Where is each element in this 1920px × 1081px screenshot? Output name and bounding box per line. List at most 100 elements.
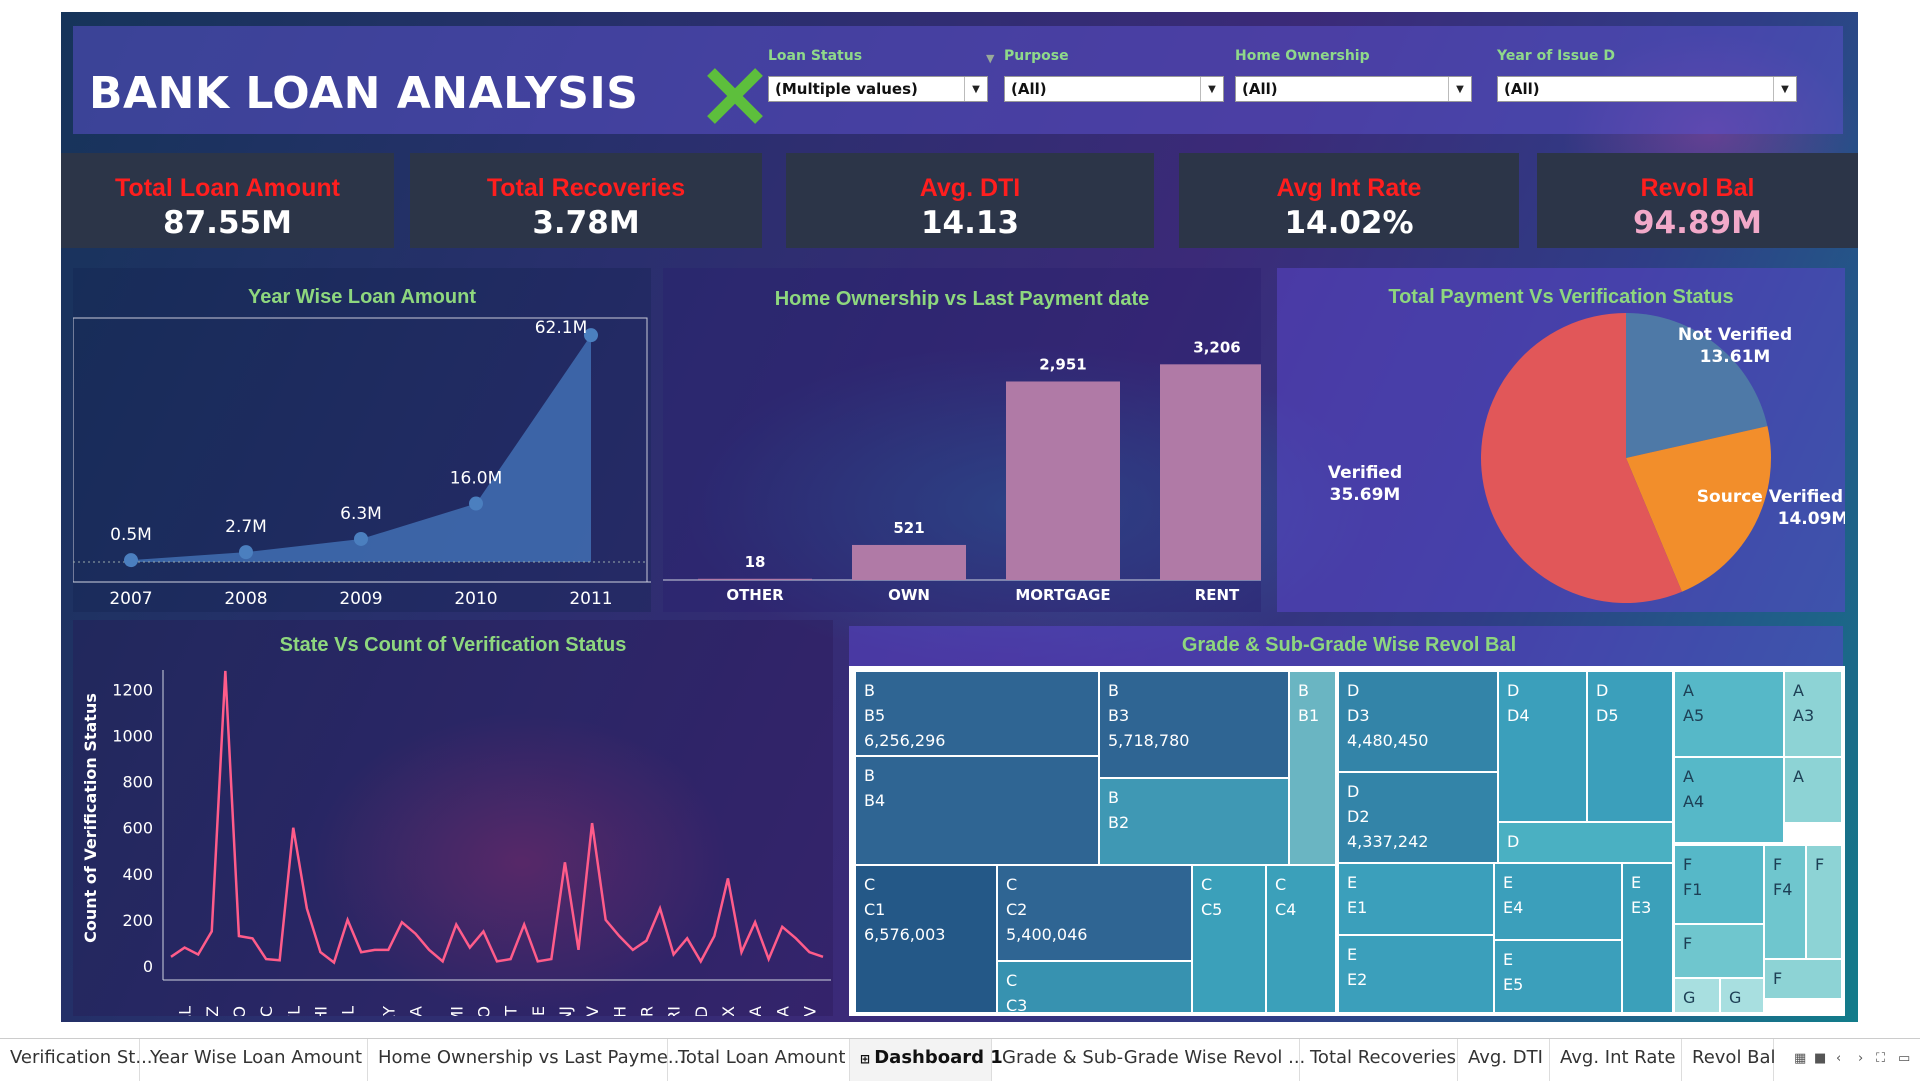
area-fill (131, 335, 591, 562)
filter-label: Year of Issue D (1497, 48, 1615, 64)
tab-grade-sub-grade[interactable]: Grade & Sub-Grade Wise Revol ... (992, 1039, 1305, 1081)
x-tick-label: MO (474, 1006, 493, 1016)
cell-grade-label: D (1507, 681, 1519, 700)
cell-subgrade-label: B4 (864, 791, 885, 810)
cell-value-label: 5,400,046 (1006, 925, 1087, 944)
cell-value-label: 6,256,296 (864, 731, 945, 750)
x-tick-label: AZ (203, 1006, 222, 1016)
verification-pie-chart: Not Verified13.61M Source Verified14.09M V… (1328, 313, 1845, 603)
kpi-card-total-recoveries: Total Recoveries 3.78M (410, 153, 762, 248)
grade-treemap-chart: B B5 6,256,296 B B3 5,718,780 B B1 B B4 B B2 C C1 6,57… (849, 666, 1845, 1016)
tab-revol-bal[interactable]: Revol Bal (1682, 1039, 1776, 1081)
cell-value-label: 5,718,780 (1108, 731, 1189, 750)
cell-grade-label: B (864, 681, 875, 700)
cell-subgrade-label: F1 (1683, 880, 1702, 899)
home-ownership-dropdown[interactable]: (All) ▼ (1235, 76, 1472, 102)
present-icon[interactable]: ▭ (1898, 1051, 1910, 1066)
panel-state-verification: State Vs Count of Verification Status Co… (73, 620, 833, 1016)
dropdown-value: (All) (1504, 80, 1540, 98)
x-tick-label: HI (311, 1006, 330, 1016)
tab-avg-int-rate[interactable]: Avg. Int Rate (1550, 1039, 1682, 1081)
tab-total-recoveries[interactable]: Total Recoveries (1300, 1039, 1458, 1081)
x-tick-label: NE (529, 1006, 548, 1016)
cell-grade-label: C (1006, 971, 1017, 990)
x-tick-label: NV (583, 1006, 602, 1016)
cell-grade-label: A (1793, 767, 1804, 786)
cell-grade-label: F (1773, 969, 1782, 988)
tab-home-ownership[interactable]: Home Ownership vs Last Payme... (368, 1039, 685, 1081)
scroll-right-icon[interactable]: › (1858, 1051, 1863, 1066)
cell-grade-label: A (1683, 767, 1694, 786)
list-view-icon[interactable]: ■ (1814, 1051, 1826, 1066)
x-tick-label: IL (339, 1006, 358, 1016)
grid-view-icon[interactable]: ▦ (1794, 1051, 1806, 1066)
chevron-down-icon[interactable]: ▼ (964, 77, 987, 101)
x-tick-label: TX (719, 1006, 738, 1016)
x-tick-label: 2007 (109, 589, 152, 609)
loan-status-dropdown[interactable]: (Multiple values) ▼ (768, 76, 988, 102)
kpi-value: 94.89M (1633, 205, 1762, 241)
x-tick-label: RI (665, 1006, 684, 1016)
kpi-card-avg-dti: Avg. DTI 14.13 (786, 153, 1154, 248)
chevron-down-icon[interactable]: ▼ (1773, 77, 1796, 101)
slice-value-label: 35.69M (1330, 485, 1401, 505)
tab-year-wise-loan-amount[interactable]: Year Wise Loan Amount (140, 1039, 368, 1081)
y-axis-label: Count of Verification Status (81, 693, 100, 943)
cell-value-label: 6,576,003 (864, 925, 945, 944)
cell-grade-label: E (1503, 873, 1513, 892)
fullscreen-icon[interactable]: ⛶ (1876, 1051, 1885, 1066)
panel-grade-revol-bal: Grade & Sub-Grade Wise Revol Bal B B5 6,25… (849, 612, 1849, 1016)
header-bar: BANK LOAN ANALYSIS ▼ Loan Status (Multip… (73, 26, 1843, 134)
cell-grade-label: B (864, 766, 875, 785)
filter-purpose: Purpose (All) ▼ (1004, 48, 1224, 102)
panel-verification-status: Total Payment Vs Verification Status Not… (1277, 268, 1845, 612)
y-tick-label: 200 (122, 911, 153, 930)
tab-dashboard-1[interactable]: ⊞ Dashboard 1 (850, 1039, 1003, 1081)
chevron-down-icon[interactable]: ▼ (1448, 77, 1471, 101)
cell-subgrade-label: A4 (1683, 792, 1704, 811)
cell-subgrade-label: E2 (1347, 970, 1367, 989)
x-tick-label: FL (284, 1006, 303, 1016)
x-tick-label: MA (407, 1006, 426, 1016)
kpi-value: 87.55M (163, 205, 292, 241)
scroll-left-icon[interactable]: ‹ (1836, 1051, 1841, 1066)
treemap-cell (1721, 979, 1763, 1012)
cell-subgrade-label: F4 (1773, 880, 1792, 899)
treemap-cell (1765, 846, 1805, 958)
kpi-value: 3.78M (532, 205, 640, 241)
cell-subgrade-label: A3 (1793, 706, 1814, 725)
x-tick-label: OR (637, 1006, 656, 1016)
cell-grade-label: E (1347, 945, 1357, 964)
filter-loan-status: Loan Status (Multiple values) ▼ (768, 48, 988, 102)
slice-value-label: 14.09M (1778, 509, 1845, 529)
tab-avg-dti[interactable]: Avg. DTI (1458, 1039, 1550, 1081)
home-ownership-bar-chart: 18 OTHER 521 OWN 2,951 MORTGAGE 3,206 RENT (663, 338, 1261, 604)
state-line-chart: Count of Verification Status 0 200 400 600 80… (81, 670, 831, 1016)
y-tick-label: 1000 (112, 727, 153, 746)
tab-total-loan-amount[interactable]: Total Loan Amount (668, 1039, 850, 1081)
kpi-label: Avg. DTI (919, 174, 1021, 202)
tab-verification-status[interactable]: Verification St... (0, 1039, 153, 1081)
year-loan-area-chart: 0.5M 2007 2.7M 2008 6.3M 2009 16.0M 2010 62.1M 20… (73, 317, 651, 609)
chevron-down-icon[interactable]: ▼ (1200, 77, 1223, 101)
cell-subgrade-label: C1 (864, 900, 885, 919)
panel-home-ownership: Home Ownership vs Last Payment date 18 OT… (663, 268, 1261, 612)
cell-grade-label: F (1815, 855, 1824, 874)
dropdown-value: (All) (1242, 80, 1278, 98)
kpi-card-revol-bal: Revol Bal 94.89M (1537, 153, 1858, 248)
cell-subgrade-label: C4 (1275, 900, 1296, 919)
cell-grade-label: F (1773, 855, 1782, 874)
x-tick-label: 2011 (569, 589, 612, 609)
data-point (239, 545, 253, 560)
purpose-dropdown[interactable]: (All) ▼ (1004, 76, 1224, 102)
dashboard-tab-icon: ⊞ (860, 1052, 875, 1066)
treemap-cell (856, 757, 1098, 864)
year-dropdown[interactable]: (All) ▼ (1497, 76, 1797, 102)
kpi-card-avg-int-rate: Avg Int Rate 14.02% (1179, 153, 1519, 248)
x-tick-label: MORTGAGE (1015, 586, 1110, 604)
data-label: 16.0M (450, 469, 503, 489)
cell-grade-label: E (1631, 873, 1641, 892)
cell-subgrade-label: C3 (1006, 996, 1027, 1015)
cell-grade-label: A (1793, 681, 1804, 700)
cell-subgrade-label: B1 (1298, 706, 1319, 725)
